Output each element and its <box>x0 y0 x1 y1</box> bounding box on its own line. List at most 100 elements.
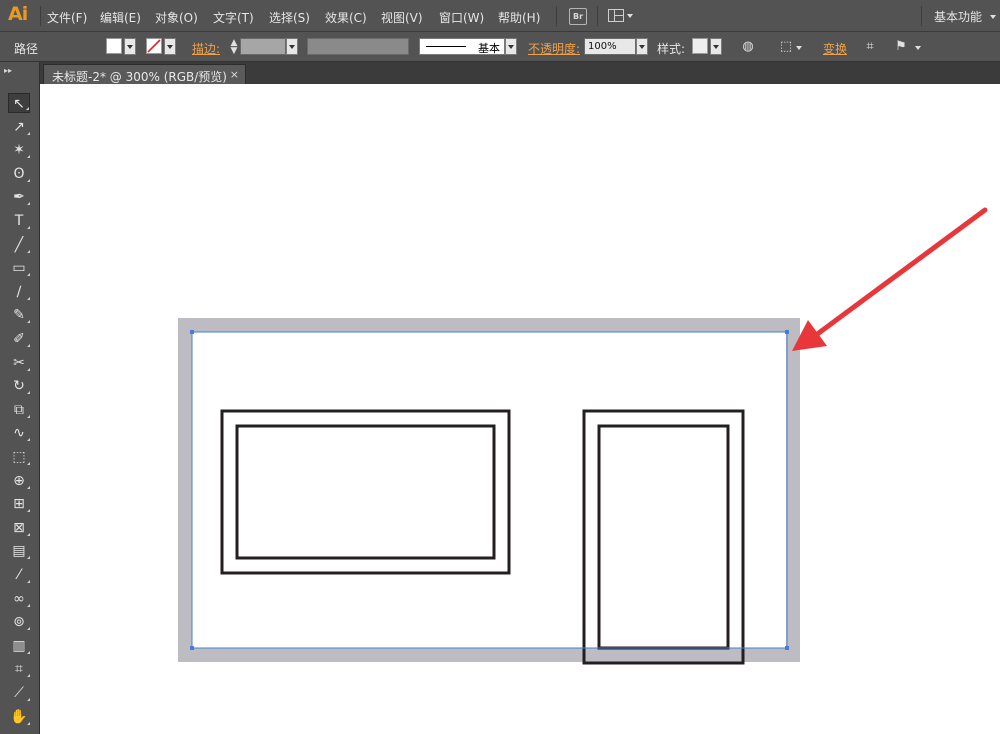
menu-window[interactable]: 窗口(W) <box>439 9 484 26</box>
rotate-tool-icon[interactable]: ↻ <box>8 376 30 396</box>
slice-tool-icon[interactable]: ⟋ <box>8 683 30 703</box>
panel-menu-icon[interactable]: ⚑ <box>893 39 909 55</box>
paintbrush-tool-icon[interactable]: ∕ <box>8 282 30 302</box>
direct-selection-tool-icon[interactable]: ↗ <box>8 117 30 137</box>
shape-builder-tool-icon[interactable]: ⊕ <box>8 471 30 491</box>
right-outer-frame[interactable] <box>582 409 745 665</box>
graphic-style-label: 样式: <box>657 42 686 56</box>
column-graph-tool-icon[interactable]: ▥ <box>8 636 30 656</box>
no-stroke-icon <box>147 39 161 53</box>
tab-document[interactable]: 未标题-2* @ 300% (RGB/预览) × <box>43 64 246 84</box>
scale-tool-icon[interactable]: ⧉ <box>8 400 30 420</box>
document-title: 未标题-2* @ 300% (RGB/预览) <box>52 70 227 84</box>
artboard-tool-icon[interactable]: ⌗ <box>8 659 30 679</box>
isolate-object-icon[interactable]: ⌗ <box>862 39 878 55</box>
opacity-panel-link[interactable]: 不透明度: <box>528 40 580 57</box>
menu-separator <box>40 6 41 26</box>
panel-collapse-icon[interactable]: ▸▸ <box>4 66 12 75</box>
blob-brush-tool-icon[interactable]: ✐ <box>8 329 30 349</box>
menu-separator <box>556 6 557 26</box>
fill-dropdown[interactable] <box>124 38 136 55</box>
anchor-point[interactable] <box>190 646 194 650</box>
symbol-sprayer-tool-icon[interactable]: ⊚ <box>8 612 30 632</box>
tools-panel: ▸▸ ↖ ↗ ✶ ʘ ✒ T ╱ ▭ ∕ ✎ ✐ ✂ ↻ ⧉ ∿ ⬚ ⊕ ⊞ ⊠ ▤ ⁄ ∞ ⊚ ▥ ⌗ ⟋ ✋ <box>0 62 40 734</box>
chevron-down-icon[interactable] <box>627 14 633 18</box>
left-outer-frame[interactable] <box>220 409 511 575</box>
menu-help[interactable]: 帮助(H) <box>498 9 540 26</box>
anchor-point[interactable] <box>785 330 789 334</box>
menu-separator <box>921 6 922 26</box>
eyedropper-tool-icon[interactable]: ⁄ <box>8 565 30 585</box>
menu-separator <box>597 6 598 26</box>
opacity-dropdown[interactable] <box>636 38 648 55</box>
menu-file[interactable]: 文件(F) <box>47 9 87 26</box>
scissors-tool-icon[interactable]: ✂ <box>8 353 30 373</box>
align-options-icon[interactable]: ⬚ <box>778 39 794 55</box>
selection-outline <box>191 331 788 649</box>
pencil-tool-icon[interactable]: ✎ <box>8 305 30 325</box>
graphic-style-dropdown[interactable] <box>710 38 722 55</box>
opacity-input[interactable]: 100% <box>584 38 636 55</box>
warp-tool-icon[interactable]: ∿ <box>8 423 30 443</box>
arrange-documents-icon[interactable] <box>608 9 624 22</box>
control-bar: 路径 描边: ▲ ▼ 基本 不透明度: 100% 样式: ◍ ⬚ 变换 ⌗ ⚑ <box>0 32 1000 62</box>
app-logo: Ai <box>8 3 28 25</box>
pen-tool-icon[interactable]: ✒ <box>8 187 30 207</box>
document-tab-bar: 未标题-2* @ 300% (RGB/预览) × <box>40 62 1000 84</box>
chevron-down-icon[interactable] <box>796 46 802 50</box>
bridge-button[interactable]: Br <box>569 8 587 25</box>
chevron-down-icon <box>167 45 173 49</box>
fill-swatch[interactable] <box>106 38 122 54</box>
type-tool-icon[interactable]: T <box>8 211 30 231</box>
hand-tool-icon[interactable]: ✋ <box>8 707 30 727</box>
chevron-down-icon <box>713 45 719 49</box>
brush-definition-dropdown[interactable]: 基本 <box>419 38 505 55</box>
brush-dropdown[interactable] <box>505 38 517 55</box>
chevron-down-icon <box>639 45 645 49</box>
gradient-tool-icon[interactable]: ▤ <box>8 541 30 561</box>
chevron-down-icon <box>508 45 514 49</box>
left-inner-frame[interactable] <box>235 424 496 560</box>
lasso-tool-icon[interactable]: ʘ <box>8 164 30 184</box>
anchor-point[interactable] <box>785 646 789 650</box>
stroke-panel-link[interactable]: 描边: <box>192 40 220 57</box>
right-inner-frame[interactable] <box>597 424 730 650</box>
stroke-swatch[interactable] <box>146 38 162 54</box>
chevron-down-icon <box>289 45 295 49</box>
brush-preview-line <box>426 46 466 47</box>
close-icon[interactable]: × <box>230 68 239 81</box>
brush-name: 基本 <box>478 42 500 55</box>
selected-rectangle-path[interactable] <box>178 318 800 662</box>
variable-width-profile[interactable] <box>307 38 409 55</box>
chevron-down-icon <box>127 45 133 49</box>
menu-type[interactable]: 文字(T) <box>213 9 254 26</box>
blend-tool-icon[interactable]: ∞ <box>8 589 30 609</box>
artboard-canvas[interactable] <box>40 84 1000 734</box>
artwork <box>178 207 988 665</box>
free-transform-tool-icon[interactable]: ⬚ <box>8 447 30 467</box>
chevron-down-icon[interactable] <box>990 15 996 19</box>
selection-type-label: 路径 <box>14 42 39 56</box>
graphic-style-swatch[interactable] <box>692 38 708 54</box>
rectangle-tool-icon[interactable]: ▭ <box>8 258 30 278</box>
annotation-arrow-shaft <box>809 207 988 341</box>
stroke-weight-input[interactable] <box>240 38 286 55</box>
menu-view[interactable]: 视图(V) <box>381 9 423 26</box>
chevron-down-icon[interactable] <box>915 46 921 50</box>
stroke-weight-dropdown[interactable] <box>286 38 298 55</box>
perspective-grid-tool-icon[interactable]: ⊞ <box>8 494 30 514</box>
selection-tool-icon[interactable]: ↖ <box>8 93 30 113</box>
menu-edit[interactable]: 编辑(E) <box>100 9 141 26</box>
workspace-switcher[interactable]: 基本功能 <box>934 8 982 25</box>
menu-object[interactable]: 对象(O) <box>155 9 198 26</box>
menu-effect[interactable]: 效果(C) <box>325 9 367 26</box>
mesh-tool-icon[interactable]: ⊠ <box>8 518 30 538</box>
recolor-artwork-icon[interactable]: ◍ <box>740 39 756 55</box>
magic-wand-tool-icon[interactable]: ✶ <box>8 140 30 160</box>
menu-select[interactable]: 选择(S) <box>269 9 310 26</box>
stroke-dropdown[interactable] <box>164 38 176 55</box>
menu-bar: Ai 文件(F) 编辑(E) 对象(O) 文字(T) 选择(S) 效果(C) 视… <box>0 0 1000 32</box>
anchor-point[interactable] <box>190 330 194 334</box>
transform-panel-link[interactable]: 变换 <box>823 40 847 57</box>
line-tool-icon[interactable]: ╱ <box>8 235 30 255</box>
